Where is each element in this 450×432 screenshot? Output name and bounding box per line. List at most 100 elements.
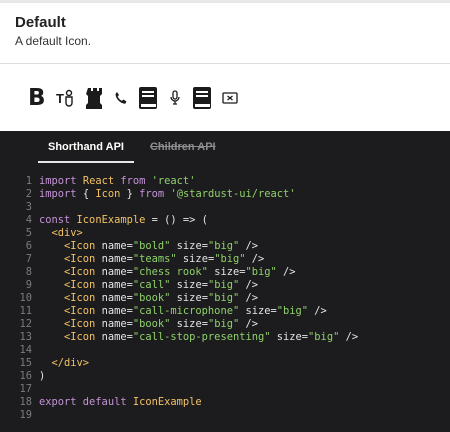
keyword: export default <box>39 396 127 408</box>
line-number: 16 <box>19 370 32 382</box>
string: "big" <box>276 305 309 317</box>
punct: ) <box>39 370 46 382</box>
divider <box>0 63 450 64</box>
jsx-tag: <Icon <box>64 240 96 252</box>
line-number: 17 <box>19 383 32 395</box>
line-number: 1 <box>25 175 32 187</box>
book-icon <box>138 86 158 110</box>
code-line: 16) <box>0 370 450 383</box>
jsx-attr: name= <box>101 279 133 291</box>
string: "call-stop-presenting" <box>132 331 271 343</box>
code-block[interactable]: 1 import React from 'react' 2 import { Ico… <box>0 175 450 422</box>
line-number: 11 <box>19 305 32 317</box>
code-line: 12 <Icon name= "book" size= "big" /> <box>0 318 450 331</box>
code-line: 8 <Icon name= "chess rook" size= "big" /> <box>0 266 450 279</box>
string: '@stardust-ui/react' <box>170 188 296 200</box>
code-line: 3 <box>0 201 450 214</box>
code-line: 10 <Icon name= "book" size= "big" /> <box>0 292 450 305</box>
icon-preview-row: B T <box>28 84 248 112</box>
line-number: 14 <box>19 344 32 356</box>
example-title: Default <box>15 14 66 31</box>
identifier: Icon <box>95 188 121 200</box>
jsx-attr: size= <box>176 240 208 252</box>
line-number: 6 <box>25 240 32 252</box>
api-tabs: Shorthand API Children API <box>38 131 226 163</box>
code-line: 7 <Icon name= "teams" size= "big" /> <box>0 253 450 266</box>
jsx-attr: name= <box>101 240 133 252</box>
tab-children-api[interactable]: Children API <box>140 131 226 161</box>
jsx-tag: /> <box>239 279 259 291</box>
line-number: 3 <box>25 201 32 213</box>
string: "book" <box>132 292 171 304</box>
jsx-tag: <Icon <box>64 292 96 304</box>
line-number: 8 <box>25 266 32 278</box>
string: "big" <box>245 266 277 278</box>
bold-icon: B <box>28 85 46 111</box>
keyword: from <box>139 188 165 200</box>
example-description: A default Icon. <box>15 34 92 48</box>
identifier: IconExample <box>132 396 202 408</box>
code-editor: Shorthand API Children API 1 import React… <box>0 131 450 432</box>
line-number: 2 <box>25 188 32 200</box>
string: "big" <box>207 279 240 291</box>
string: "call" <box>132 279 171 291</box>
jsx-attr: size= <box>245 305 277 317</box>
code-line: 11 <Icon name= "call-microphone" size= "bi… <box>0 305 450 318</box>
jsx-attr: size= <box>176 292 208 304</box>
punct: = () => ( <box>145 214 208 226</box>
jsx-tag: <div> <box>51 227 83 239</box>
example-header: Default A default Icon. <box>15 14 91 48</box>
string: "chess rook" <box>132 266 208 278</box>
keyword: const <box>39 214 71 226</box>
jsx-attr: name= <box>101 253 133 265</box>
jsx-tag: /> <box>308 305 327 317</box>
jsx-tag: </div> <box>51 357 90 369</box>
string: "big" <box>207 318 240 330</box>
tab-shorthand-api[interactable]: Shorthand API <box>38 131 134 163</box>
line-number: 18 <box>19 396 32 408</box>
top-strip <box>0 0 450 3</box>
jsx-tag: /> <box>276 266 296 278</box>
jsx-attr: size= <box>214 266 246 278</box>
identifier: React <box>82 175 115 187</box>
jsx-attr: size= <box>276 331 309 343</box>
jsx-attr: name= <box>101 266 133 278</box>
line-number: 7 <box>25 253 32 265</box>
jsx-attr: name= <box>101 331 133 343</box>
jsx-tag: <Icon <box>64 318 96 330</box>
book-icon <box>192 86 212 110</box>
jsx-tag: <Icon <box>64 305 96 317</box>
line-number: 19 <box>19 409 32 421</box>
string: "teams" <box>132 253 177 265</box>
string: "bold" <box>132 240 171 252</box>
code-line: 6 <Icon name= "bold" size= "big" /> <box>0 240 450 253</box>
jsx-attr: size= <box>176 318 208 330</box>
line-number: 15 <box>19 357 32 369</box>
jsx-tag: /> <box>339 331 359 343</box>
code-line: 17 <box>0 383 450 396</box>
jsx-attr: size= <box>176 279 208 291</box>
code-line: 19 <box>0 409 450 422</box>
string: "call-microphone" <box>132 305 240 317</box>
string: "big" <box>207 292 240 304</box>
jsx-tag: <Icon <box>64 331 96 343</box>
line-number: 4 <box>25 214 32 226</box>
line-number: 12 <box>19 318 32 330</box>
code-line: 14 <box>0 344 450 357</box>
punct: } <box>120 188 133 200</box>
string: "big" <box>207 240 240 252</box>
line-number: 5 <box>25 227 32 239</box>
code-line: 9 <Icon name= "call" size= "big" /> <box>0 279 450 292</box>
punct: { <box>82 188 96 200</box>
jsx-tag: <Icon <box>64 279 96 291</box>
identifier: IconExample <box>76 214 146 226</box>
chess-rook-icon <box>85 87 104 109</box>
jsx-tag: /> <box>239 318 259 330</box>
code-line: 18 export default IconExample <box>0 396 450 409</box>
jsx-tag: /> <box>245 253 265 265</box>
call-microphone-icon <box>168 90 182 106</box>
jsx-attr: size= <box>182 253 215 265</box>
string: "book" <box>132 318 171 330</box>
code-line: 2 import { Icon } from '@stardust-ui/reac… <box>0 188 450 201</box>
jsx-tag: <Icon <box>64 266 96 278</box>
